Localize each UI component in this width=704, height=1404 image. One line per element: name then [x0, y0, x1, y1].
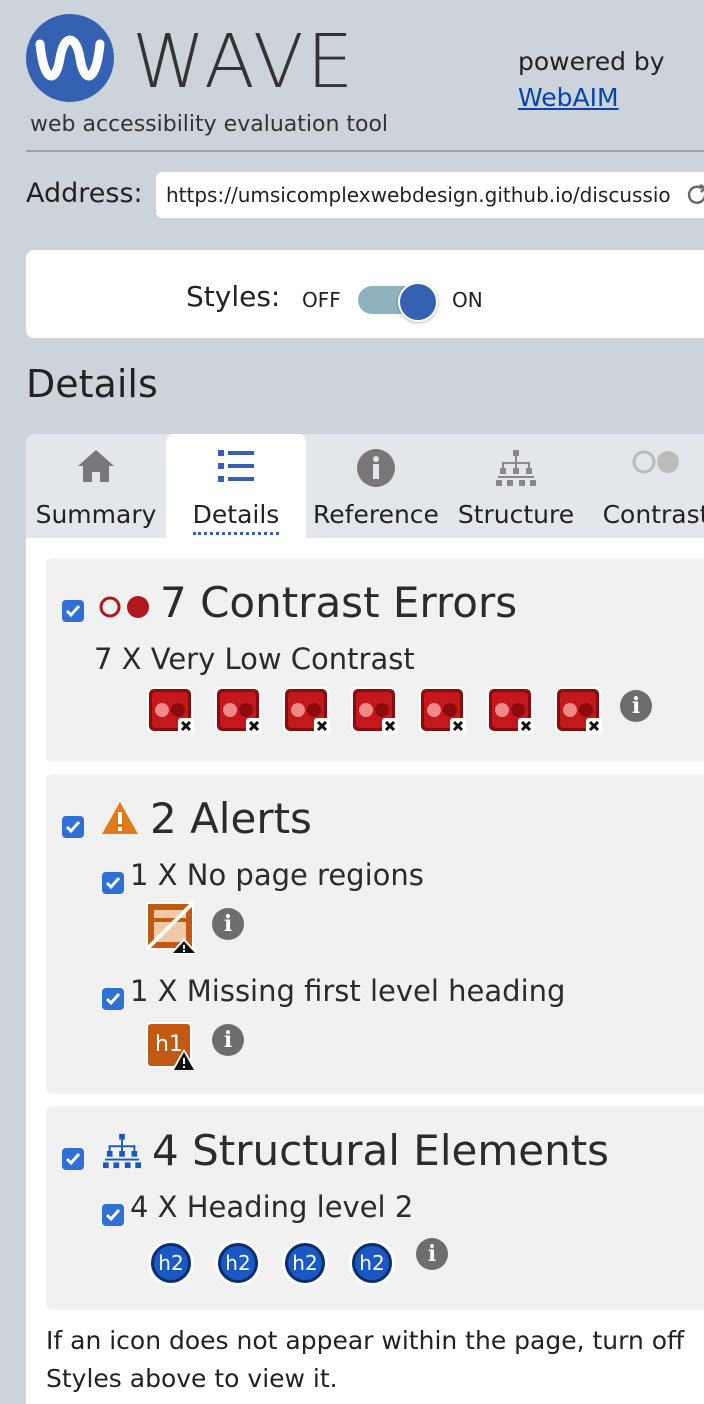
app-subtitle: web accessibility evaluation tool	[30, 112, 389, 137]
very-low-contrast-error-icon[interactable]	[146, 686, 194, 734]
heading-level-2-label: 4 X Heading level 2	[130, 1190, 414, 1224]
heading-level-2-checkbox[interactable]	[102, 1204, 124, 1226]
address-label: Address:	[26, 178, 143, 209]
alerts-title: 2 Alerts	[150, 794, 312, 843]
info-icon	[357, 449, 395, 487]
contrast-errors-checkbox[interactable]	[62, 600, 84, 622]
structural-elements-section: 4 Structural Elements 4 X Heading level …	[46, 1106, 704, 1310]
app-title: WAVE	[132, 19, 357, 105]
structure-elements-icon	[103, 1133, 141, 1169]
h2-icon-text: h2	[221, 1246, 255, 1280]
missing-h1-label: 1 X Missing first level heading	[130, 974, 566, 1008]
header: WAVE web accessibility evaluation tool p…	[0, 0, 704, 150]
very-low-contrast-error-icon[interactable]	[214, 686, 262, 734]
missing-h1-checkbox[interactable]	[102, 988, 124, 1010]
tab-reference-label: Reference	[313, 500, 439, 529]
heading-level-2-icon[interactable]: h2	[282, 1240, 328, 1286]
styles-on-label: ON	[452, 288, 483, 312]
no-regions-info-icon[interactable]: i	[212, 908, 244, 940]
h1-missing-alert-icon[interactable]: h1	[146, 1022, 197, 1071]
address-bar: Address: https://umsicomplexwebdesign.gi…	[26, 172, 704, 222]
alert-icon	[102, 802, 138, 834]
missing-h1-info-icon[interactable]: i	[212, 1024, 244, 1056]
tab-details[interactable]: Details	[166, 434, 306, 538]
powered-by-label: powered by	[518, 47, 665, 76]
very-low-contrast-error-icon[interactable]	[282, 686, 330, 734]
styles-toggle-panel: Styles: OFF ON	[26, 250, 704, 338]
alerts-section: 2 Alerts 1 X No page regions i 1 X Missi…	[46, 774, 704, 1094]
footnote: If an icon does not appear within the pa…	[46, 1326, 685, 1393]
tab-contrast[interactable]: Contrast	[586, 434, 704, 538]
tab-structure-label: Structure	[457, 500, 575, 529]
panel-tabs: Summary Details Reference Structure Cont…	[26, 434, 704, 538]
webaim-link[interactable]: WebAIM	[518, 80, 665, 116]
header-divider	[26, 150, 704, 152]
address-input[interactable]: https://umsicomplexwebdesign.github.io/d…	[156, 172, 704, 218]
very-low-contrast-error-icon[interactable]	[486, 686, 534, 734]
contrast-icon	[632, 450, 679, 474]
no-page-regions-checkbox[interactable]	[102, 872, 124, 894]
very-low-contrast-error-icon[interactable]	[350, 686, 398, 734]
heading-level-2-icon[interactable]: h2	[349, 1240, 395, 1286]
very-low-contrast-error-icon[interactable]	[554, 686, 602, 734]
h2-icon-text: h2	[154, 1246, 188, 1280]
styles-off-label: OFF	[302, 288, 341, 312]
no-regions-alert-icon[interactable]	[144, 900, 200, 956]
structural-checkbox[interactable]	[62, 1148, 84, 1170]
contrast-error-icon	[99, 596, 149, 618]
h2-icon-text: h2	[288, 1246, 322, 1280]
structural-elements-title: 4 Structural Elements	[152, 1126, 610, 1175]
tab-contrast-label: Contrast	[602, 500, 704, 529]
contrast-errors-section: 7 Contrast Errors 7 X Very Low Contrast …	[46, 558, 704, 762]
styles-label: Styles:	[186, 280, 281, 313]
tab-details-label: Details	[166, 500, 306, 535]
toggle-knob	[398, 282, 438, 322]
tab-summary-label: Summary	[35, 500, 157, 529]
heading-info-icon[interactable]: i	[416, 1238, 448, 1270]
tab-reference[interactable]: Reference	[306, 434, 446, 538]
structure-icon	[496, 450, 536, 486]
h2-icon-text: h2	[355, 1246, 389, 1280]
very-low-contrast-error-icon[interactable]	[418, 686, 466, 734]
home-icon	[78, 450, 114, 482]
styles-toggle[interactable]	[358, 282, 438, 322]
tab-structure[interactable]: Structure	[446, 434, 586, 538]
details-heading: Details	[26, 362, 158, 406]
heading-level-2-icon[interactable]: h2	[215, 1240, 261, 1286]
alerts-checkbox[interactable]	[62, 816, 84, 838]
refresh-icon[interactable]	[684, 182, 704, 208]
no-page-regions-label: 1 X No page regions	[130, 858, 424, 892]
very-low-contrast-label: 7 X Very Low Contrast	[94, 642, 415, 676]
list-icon	[218, 450, 254, 482]
wave-logo-icon[interactable]	[26, 14, 114, 102]
warning-badge-icon	[171, 1049, 197, 1071]
contrast-errors-title: 7 Contrast Errors	[160, 578, 518, 627]
heading-level-2-icon[interactable]: h2	[148, 1240, 194, 1286]
details-panel: 7 Contrast Errors 7 X Very Low Contrast …	[26, 538, 704, 1404]
powered-by: powered by WebAIM	[518, 44, 665, 116]
contrast-info-icon[interactable]: i	[620, 690, 652, 722]
tab-summary[interactable]: Summary	[26, 434, 166, 538]
